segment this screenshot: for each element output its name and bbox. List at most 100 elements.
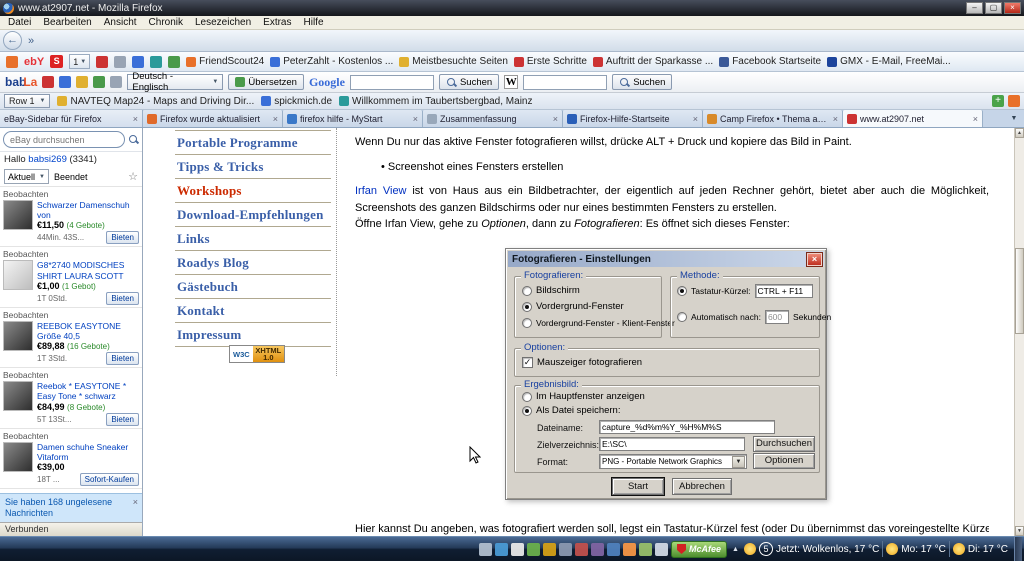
scrollbar-thumb[interactable] [1015,248,1024,334]
start-button[interactable]: Start [612,478,664,495]
menu-extras[interactable]: Extras [257,17,297,28]
checkbox-mauszeiger[interactable]: ✓ [522,357,533,368]
directory-input[interactable] [599,437,745,451]
tab-at2907[interactable]: www.at2907.net× [843,110,983,127]
radio-hauptfenster[interactable] [522,392,532,402]
nav-kontakt[interactable]: Kontakt [175,299,331,323]
bookmark-spickmich[interactable]: spickmich.de [261,96,332,107]
bookmark-peterzahlt[interactable]: PeterZahlt - Kostenlos ... [270,56,393,67]
radio-tastatur-kuerzel[interactable] [677,286,687,296]
nav-roadys-blog[interactable]: Roadys Blog [175,251,331,275]
username-link[interactable]: babsi269 [28,154,67,165]
bid-button[interactable]: Bieten [106,352,139,365]
tool-button-5[interactable] [168,56,180,68]
tab-close-icon[interactable]: × [833,114,838,124]
toolbar-overflow-icon[interactable]: » [25,35,37,47]
google-search-button[interactable]: Suchen [439,74,499,90]
counter-button[interactable]: 1▼ [69,54,90,69]
tray-icon-7[interactable] [575,543,588,556]
filename-input[interactable] [599,420,775,434]
tab-mystart[interactable]: firefox hilfe - MyStart× [283,110,423,127]
wikipedia-search-input[interactable] [523,75,607,90]
search-icon[interactable] [128,134,139,145]
item-title-link[interactable]: G8*2740 MODISCHES SHIRT LAURA SCOTT [37,260,139,280]
babla-tool-icon-2[interactable] [59,76,71,88]
tray-icon-9[interactable] [607,543,620,556]
list-item[interactable]: Beobachten Schwarzer Damenschuh von €11,… [0,186,142,246]
add-icon[interactable]: + [992,95,1004,107]
dialog-titlebar[interactable]: Fotografieren - Einstellungen × [508,251,824,267]
menu-chronik[interactable]: Chronik [143,17,189,28]
item-thumbnail[interactable] [3,321,33,351]
tab-close-icon[interactable]: × [413,114,418,124]
list-item[interactable]: Beobachten Damen schuhe Sneaker Vitaform… [0,428,142,488]
bookmark-meistbesuchte[interactable]: Meistbesuchte Seiten [399,56,508,67]
babla-tool-icon-1[interactable] [42,76,54,88]
nav-gaestebuch[interactable]: Gästebuch [175,275,331,299]
close-icon[interactable]: × [1004,2,1021,14]
tool-button-1[interactable] [96,56,108,68]
weather-tuesday[interactable]: Di: 17 °C [968,544,1008,555]
nav-portable-programme[interactable]: Portable Programme [175,131,331,155]
radio-bildschirm[interactable] [522,286,532,296]
bid-button[interactable]: Bieten [106,413,139,426]
filter-select[interactable]: Aktuell▼ [4,169,49,184]
nav-download-empfehlungen[interactable]: Download-Empfehlungen [175,203,331,227]
babla-tool-icon-5[interactable] [110,76,122,88]
tab-close-icon[interactable]: × [693,114,698,124]
notification-close-icon[interactable]: × [133,497,138,508]
menu-ansicht[interactable]: Ansicht [98,17,143,28]
item-title-link[interactable]: Damen schuhe Sneaker Vitaform [37,442,139,462]
menu-lesezeichen[interactable]: Lesezeichen [189,17,257,28]
star-icon[interactable]: ☆ [128,170,138,183]
tab-close-icon[interactable]: × [273,114,278,124]
scroll-down-icon[interactable]: ▼ [1015,526,1024,536]
list-item[interactable]: Beobachten G8*2740 MODISCHES SHIRT LAURA… [0,246,142,306]
weather-now[interactable]: Jetzt: Wolkenlos, 17 °C [776,544,879,555]
tray-icon-11[interactable] [639,543,652,556]
bookmark-erste-schritte[interactable]: Erste Schritte [514,56,587,67]
s-badge-icon[interactable]: S [50,55,63,68]
item-thumbnail[interactable] [3,200,33,230]
tray-icon-2[interactable] [495,543,508,556]
irfanview-link[interactable]: Irfan View [355,185,407,197]
sidebar-close-icon[interactable]: × [133,114,138,124]
show-desktop-button[interactable] [1014,537,1022,561]
item-thumbnail[interactable] [3,442,33,472]
bookmark-gmx[interactable]: GMX - E-Mail, FreeMai... [827,56,951,67]
wikipedia-search-button[interactable]: Suchen [612,74,672,90]
tray-icon-4[interactable] [527,543,540,556]
back-icon[interactable]: ← [3,31,22,50]
ebay-search-input[interactable] [3,131,125,148]
scroll-up-icon[interactable]: ▲ [1015,128,1024,138]
radio-vordergrund-fenster[interactable] [522,302,532,312]
item-title-link[interactable]: Schwarzer Damenschuh von [37,200,139,220]
buy-now-button[interactable]: Sofort-Kaufen [80,473,139,486]
bookmark-sparkasse[interactable]: Auftritt der Sparkasse ... [593,56,713,67]
item-title-link[interactable]: Reebok * EASYTONE * Easy Tone * schwarz [37,381,139,401]
google-search-input[interactable] [350,75,434,90]
format-options-button[interactable]: Optionen [753,453,815,469]
bookmark-map24[interactable]: NAVTEQ Map24 - Maps and Driving Dir... [57,96,254,107]
w3c-xhtml-badge[interactable]: W3C XHTML 1.0 [229,345,285,363]
tab-zusammenfassung[interactable]: Zusammenfassung× [423,110,563,127]
mcafee-badge[interactable]: McAfee [671,541,727,558]
tool-button-2[interactable] [114,56,126,68]
tab-firefox-hilfe[interactable]: Firefox-Hilfe-Startseite× [563,110,703,127]
messages-notification[interactable]: Sie haben 168 ungelesene Nachrichten × [0,493,142,523]
vertical-scrollbar[interactable]: ▲ ▼ [1014,128,1024,536]
tray-expand-icon[interactable]: ▲ [730,546,741,553]
tab-firefox-aktualisiert[interactable]: Firefox wurde aktualisiert× [143,110,283,127]
item-thumbnail[interactable] [3,260,33,290]
tool-button-3[interactable] [132,56,144,68]
tab-close-icon[interactable]: × [973,114,978,124]
ebay-icon[interactable]: ebY [24,56,44,68]
radio-klient-fenster[interactable] [522,318,532,328]
weather-monday[interactable]: Mo: 17 °C [901,544,946,555]
tab-camp-firefox[interactable]: Camp Firefox • Thema anzeige...× [703,110,843,127]
tab-beendet[interactable]: Beendet [54,172,88,182]
settings-icon[interactable] [1008,95,1020,107]
app-icon[interactable] [6,56,18,68]
tray-icon-8[interactable] [591,543,604,556]
bookmark-taubertsbergbad[interactable]: Willkommem im Taubertsbergbad, Mainz [339,96,532,107]
